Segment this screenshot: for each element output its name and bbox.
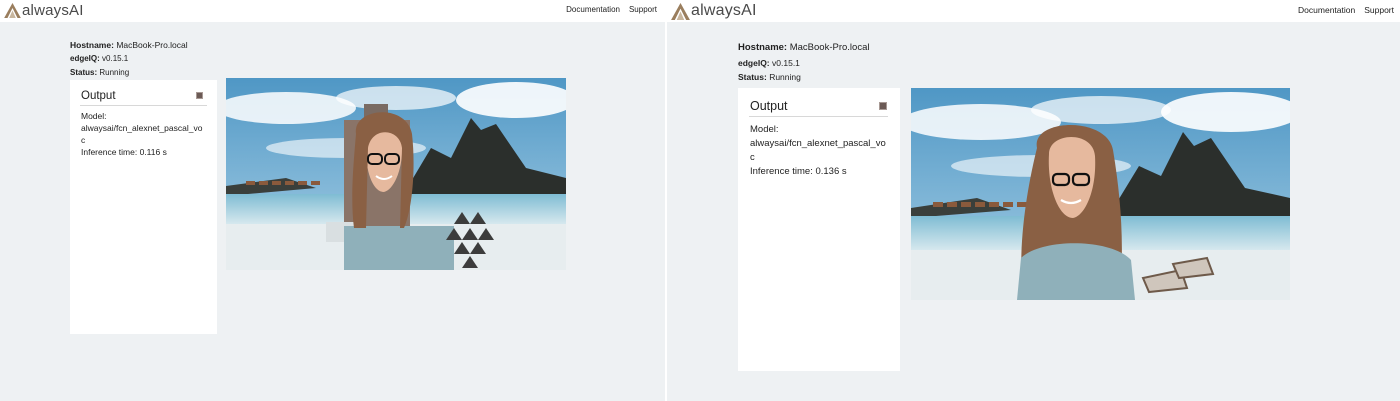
- navbar: alwaysAI Documentation Support: [0, 0, 665, 22]
- status-value: Running: [99, 68, 130, 77]
- divider: [80, 105, 207, 106]
- logo-text: alwaysAI: [691, 2, 757, 19]
- nav-link-support[interactable]: Support: [629, 5, 657, 14]
- output-card: Output Model: alwaysai/fcn_alexnet_pasca…: [738, 88, 900, 371]
- device-info: Hostname: MacBook-Pro.local edgeIQ: v0.1…: [738, 41, 869, 85]
- video-frame: [911, 88, 1290, 300]
- output-title: Output: [81, 90, 116, 102]
- model-label: Model:: [81, 111, 107, 121]
- navbar: alwaysAI Documentation Support: [667, 0, 1400, 22]
- status-label: Status:: [70, 68, 98, 77]
- output-title: Output: [750, 99, 788, 113]
- video-frame: [226, 78, 566, 270]
- nav-link-documentation[interactable]: Documentation: [566, 5, 620, 14]
- edgeiq-line: edgeIQ: v0.15.1: [70, 52, 188, 66]
- output-text: Model: alwaysai/fcn_alexnet_pascal_vo c …: [81, 110, 211, 158]
- model-name-line-2: c: [81, 135, 86, 145]
- edgeiq-label: edgeIQ:: [738, 57, 770, 68]
- status-value: Running: [769, 72, 801, 82]
- logo[interactable]: alwaysAI: [4, 2, 84, 19]
- nav-link-documentation[interactable]: Documentation: [1298, 5, 1355, 15]
- model-label: Model:: [750, 124, 779, 135]
- divider: [749, 116, 888, 117]
- stop-square-icon[interactable]: [879, 102, 887, 110]
- model-name-line-1: alwaysai/fcn_alexnet_pascal_vo: [81, 123, 203, 133]
- model-name-line-2: c: [750, 152, 755, 163]
- screenshot-right: alwaysAI Documentation Support Hostname:…: [667, 0, 1400, 401]
- edgeiq-label: edgeIQ:: [70, 54, 100, 63]
- status-line: Status: Running: [738, 70, 869, 85]
- logo-text: alwaysAI: [22, 2, 84, 19]
- nav-link-support[interactable]: Support: [1364, 5, 1394, 15]
- alwaysai-logo-icon: [671, 2, 690, 20]
- inference-time: Inference time: 0.136 s: [750, 166, 847, 177]
- nav-links: Documentation Support: [566, 5, 657, 14]
- hostname-value: MacBook-Pro.local: [116, 40, 188, 50]
- screenshot-left: alwaysAI Documentation Support Hostname:…: [0, 0, 665, 401]
- hostname-line: Hostname: MacBook-Pro.local: [738, 41, 869, 56]
- hostname-label: Hostname:: [738, 42, 788, 53]
- edgeiq-line: edgeIQ: v0.15.1: [738, 56, 869, 71]
- nav-links: Documentation Support: [1298, 5, 1394, 15]
- beach-scene-image: [911, 88, 1290, 300]
- hostname-value: MacBook-Pro.local: [789, 42, 870, 53]
- stop-square-icon[interactable]: [196, 92, 203, 99]
- device-info: Hostname: MacBook-Pro.local edgeIQ: v0.1…: [70, 38, 188, 80]
- status-line: Status: Running: [70, 66, 188, 80]
- edgeiq-value: v0.15.1: [102, 54, 129, 63]
- status-label: Status:: [738, 72, 767, 82]
- output-card: Output Model: alwaysai/fcn_alexnet_pasca…: [70, 80, 217, 334]
- logo[interactable]: alwaysAI: [671, 2, 757, 20]
- hostname-line: Hostname: MacBook-Pro.local: [70, 38, 188, 52]
- inference-time: Inference time: 0.116 s: [81, 147, 167, 157]
- alwaysai-logo-icon: [4, 3, 21, 18]
- beach-scene-image: [226, 78, 566, 270]
- model-name-line-1: alwaysai/fcn_alexnet_pascal_vo: [750, 138, 886, 149]
- edgeiq-value: v0.15.1: [772, 57, 800, 68]
- hostname-label: Hostname:: [70, 40, 114, 50]
- output-text: Model: alwaysai/fcn_alexnet_pascal_vo c …: [750, 123, 896, 179]
